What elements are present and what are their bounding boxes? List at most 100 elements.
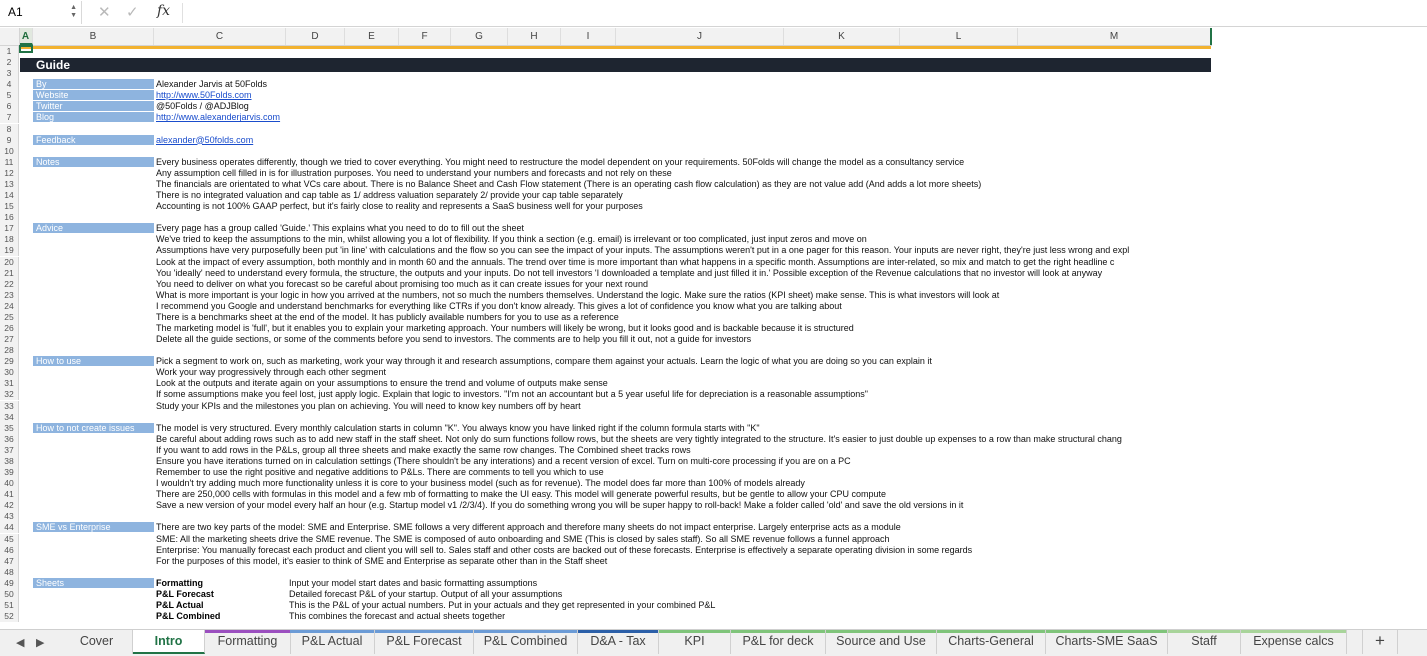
column-header-a[interactable]: A xyxy=(19,28,33,45)
text-cell[interactable]: There is no integrated valuation and cap… xyxy=(156,190,1211,201)
name-box[interactable]: A1 ▲ ▼ xyxy=(0,1,82,24)
row-number[interactable]: 31 xyxy=(0,378,19,390)
text-cell[interactable]: The model is very structured. Every mont… xyxy=(156,423,1211,434)
sheet-tab-source-and-use[interactable]: Source and Use xyxy=(826,630,937,654)
hyperlink-cell[interactable]: http://www.50Folds.com xyxy=(156,90,1211,101)
text-cell[interactable]: There are 250,000 cells with formulas in… xyxy=(156,489,1211,500)
row-number[interactable]: 26 xyxy=(0,323,19,334)
sheet-row[interactable]: 51 P&L Actual This is the P&L of your actu… xyxy=(0,600,1427,611)
sheet-row[interactable]: 11 Notes Every business operates different… xyxy=(0,156,1427,168)
sheet-row[interactable]: 34 xyxy=(0,411,1427,423)
name-box-dropdown-icon[interactable]: ▲ ▼ xyxy=(70,4,77,20)
confirm-icon[interactable]: ✓ xyxy=(126,3,139,21)
row-number[interactable]: 27 xyxy=(0,334,19,346)
text-cell[interactable]: Every page has a group called 'Guide.' T… xyxy=(156,223,1211,234)
row-number[interactable]: 16 xyxy=(0,212,19,224)
sheet-row[interactable]: 37 If you want to add rows in the P&Ls, g… xyxy=(0,444,1427,456)
column-header-e[interactable]: E xyxy=(345,28,399,45)
row-number[interactable]: 25 xyxy=(0,311,19,323)
text-cell[interactable]: Assumptions have very purposefully been … xyxy=(156,245,1211,256)
column-header-j[interactable]: J xyxy=(616,28,784,45)
text-cell[interactable]: The financials are orientated to what VC… xyxy=(156,179,1211,190)
hyperlink-cell[interactable]: alexander@50folds.com xyxy=(156,135,1211,146)
section-label[interactable]: How to use xyxy=(33,356,154,367)
sheet-description-cell[interactable]: Detailed forecast P&L of your startup. O… xyxy=(289,589,562,600)
sheet-tab-intro[interactable]: Intro xyxy=(133,630,205,654)
sheet-row[interactable]: 7 Blog http://www.alexanderjarvis.com xyxy=(0,112,1427,124)
row-number[interactable]: 36 xyxy=(0,433,19,445)
text-cell[interactable]: Pick a segment to work on, such as marke… xyxy=(156,356,1211,367)
text-cell[interactable]: Work your way progressively through each… xyxy=(156,367,1211,378)
column-header-b[interactable]: B xyxy=(33,28,154,45)
sheet-row[interactable]: 32 If some assumptions make you feel lost… xyxy=(0,389,1427,401)
column-header-l[interactable]: L xyxy=(900,28,1018,45)
row-number[interactable]: 49 xyxy=(0,577,19,589)
row-number[interactable]: 12 xyxy=(0,167,19,179)
column-header-i[interactable]: I xyxy=(561,28,616,45)
sheet-row[interactable]: 14 There is no integrated valuation and c… xyxy=(0,190,1427,202)
row-number[interactable]: 44 xyxy=(0,522,19,534)
text-cell[interactable]: SME: All the marketing sheets drive the … xyxy=(156,534,1211,545)
row-number[interactable]: 22 xyxy=(0,278,19,290)
sheet-row[interactable]: 26 The marketing model is 'full', but it … xyxy=(0,323,1427,334)
row-number[interactable]: 46 xyxy=(0,544,19,556)
sheet-tab-p-l-combined[interactable]: P&L Combined xyxy=(474,630,578,654)
row-number[interactable]: 21 xyxy=(0,267,19,279)
row-number[interactable]: 11 xyxy=(0,156,19,168)
section-label[interactable]: Website xyxy=(33,90,154,101)
text-cell[interactable]: Save a new version of your model every h… xyxy=(156,500,1211,511)
add-sheet-button[interactable]: + xyxy=(1362,630,1398,654)
sheet-row[interactable]: 29 How to use Pick a segment to work on, s… xyxy=(0,356,1427,368)
sheet-row[interactable]: 33 Study your KPIs and the milestones you… xyxy=(0,400,1427,412)
row-number[interactable]: 51 xyxy=(0,600,19,611)
sheet-row[interactable]: 16 xyxy=(0,212,1427,224)
text-cell[interactable]: Alexander Jarvis at 50Folds xyxy=(156,79,1211,90)
row-number[interactable]: 7 xyxy=(0,112,19,124)
row-number[interactable]: 17 xyxy=(0,223,19,235)
row-number[interactable]: 20 xyxy=(0,256,19,268)
row-number[interactable]: 4 xyxy=(0,79,19,91)
hyperlink-cell[interactable]: http://www.alexanderjarvis.com xyxy=(156,112,1211,123)
row-number[interactable]: 32 xyxy=(0,389,19,401)
sheet-tab-charts-sme-saas[interactable]: Charts-SME SaaS xyxy=(1046,630,1168,654)
row-number[interactable]: 24 xyxy=(0,300,19,312)
row-number[interactable]: 18 xyxy=(0,234,19,246)
row-number[interactable]: 34 xyxy=(0,411,19,423)
text-cell[interactable]: Ensure you have iterations turned on in … xyxy=(156,456,1211,467)
sheet-tab-p-l-for-deck[interactable]: P&L for deck xyxy=(731,630,826,654)
row-number[interactable]: 52 xyxy=(0,611,19,623)
row-number[interactable]: 19 xyxy=(0,245,19,257)
sheet-tab-formatting[interactable]: Formatting xyxy=(205,630,291,654)
sheet-tab-cover[interactable]: Cover xyxy=(61,630,133,654)
text-cell[interactable]: Be careful about adding rows such as to … xyxy=(156,434,1211,445)
selected-cell-a1[interactable] xyxy=(19,45,33,53)
row-number[interactable]: 35 xyxy=(0,422,19,434)
column-header-c[interactable]: C xyxy=(154,28,286,45)
section-label[interactable]: By xyxy=(33,79,154,90)
section-label[interactable]: Twitter xyxy=(33,101,154,112)
sheet-name-cell[interactable]: P&L Combined xyxy=(156,611,220,622)
sheet-row[interactable]: 49 Sheets Formatting Input your model start… xyxy=(0,577,1427,589)
text-cell[interactable]: I recommend you Google and understand be… xyxy=(156,301,1211,312)
sheet-row[interactable]: 47 For the purposes of this model, it's e… xyxy=(0,555,1427,567)
row-number[interactable]: 6 xyxy=(0,101,19,113)
text-cell[interactable]: I wouldn't try adding much more function… xyxy=(156,478,1211,489)
sheet-row[interactable]: 22 You need to deliver on what you foreca… xyxy=(0,278,1427,290)
text-cell[interactable]: Study your KPIs and the milestones you p… xyxy=(156,401,1211,412)
text-cell[interactable]: You 'ideally' need to understand every f… xyxy=(156,268,1211,279)
row-number[interactable]: 47 xyxy=(0,555,19,567)
scroll-left-icon[interactable]: ◀ xyxy=(16,636,24,649)
text-cell[interactable]: Enterprise: You manually forecast each p… xyxy=(156,545,1211,556)
column-header-k[interactable]: K xyxy=(784,28,900,45)
row-number[interactable]: 8 xyxy=(0,123,19,135)
sheet-row[interactable]: 50 P&L Forecast Detailed forecast P&L of y… xyxy=(0,588,1427,600)
sheet-tab-p-l-forecast[interactable]: P&L Forecast xyxy=(375,630,474,654)
sheet-row[interactable]: 44 SME vs Enterprise There are two key par… xyxy=(0,522,1427,534)
sheet-row[interactable]: 24 I recommend you Google and understand … xyxy=(0,300,1427,312)
text-cell[interactable]: For the purposes of this model, it's eas… xyxy=(156,556,1211,567)
row-number[interactable]: 15 xyxy=(0,201,19,213)
text-cell[interactable]: Look at the outputs and iterate again on… xyxy=(156,378,1211,389)
text-cell[interactable]: We've tried to keep the assumptions to t… xyxy=(156,234,1211,245)
sheet-tab-staff[interactable]: Staff xyxy=(1168,630,1241,654)
row-number[interactable]: 13 xyxy=(0,178,19,190)
